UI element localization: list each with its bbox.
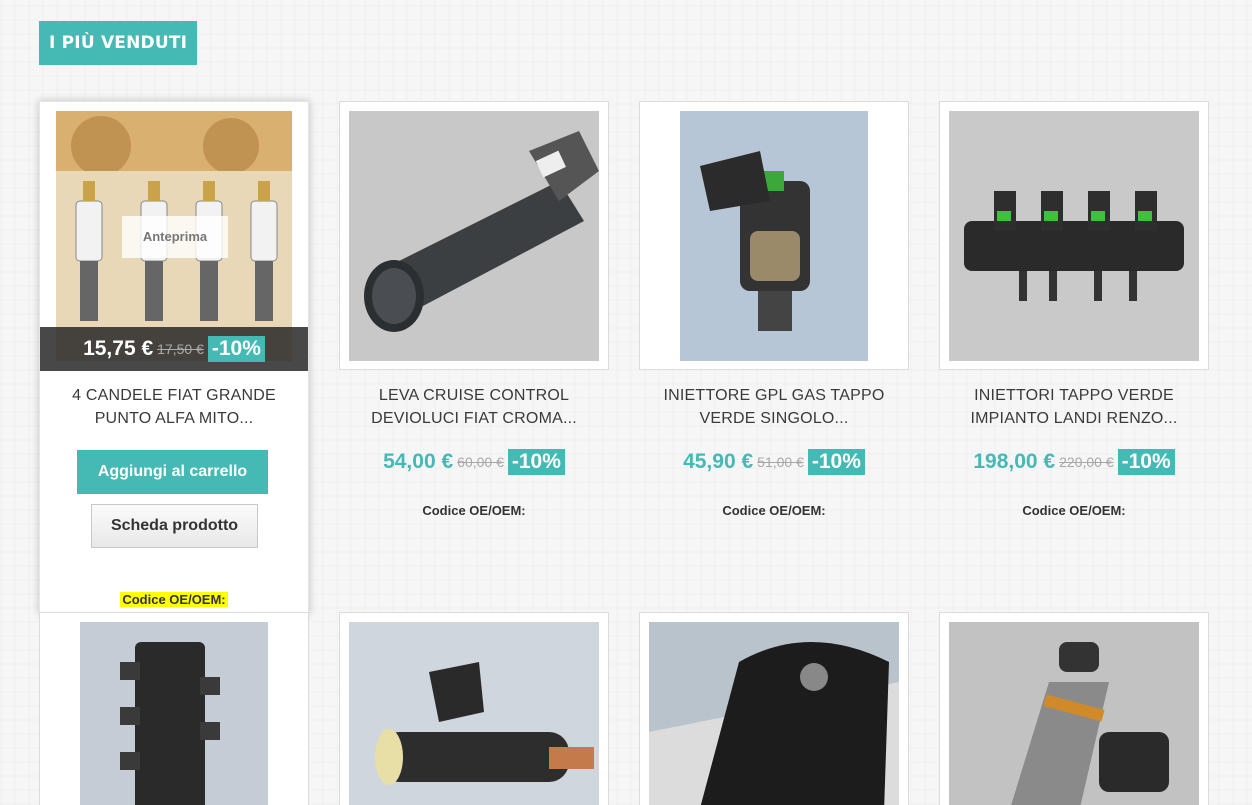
old-price: 51,00 € [757,454,804,470]
product-image[interactable] [349,111,599,361]
price: 45,90 € [683,450,754,473]
product-card[interactable] [639,612,909,805]
price-overlay: 15,75 € 17,50 € -10% [40,327,308,371]
price-row: 45,90 € 51,00 € -10% [639,449,909,475]
discount-badge: -10% [507,449,565,475]
section-title: I PIÙ VENDUTI [39,21,198,65]
product-card[interactable]: INIETTORE GPL GAS TAPPO VERDE SINGOLO... [639,101,909,427]
old-price: 17,50 € [157,341,204,357]
product-card[interactable] [39,612,309,805]
price: 15,75 € [83,337,154,360]
product-name[interactable]: 4 CANDELE FIAT GRANDE PUNTO ALFA MITO... [40,384,308,430]
product-card[interactable] [939,612,1209,805]
product-image[interactable] [949,111,1199,361]
product-name[interactable]: LEVA CRUISE CONTROL DEVIOLUCI FIAT CROMA… [340,384,608,430]
quick-view-button[interactable]: Anteprima [122,216,228,258]
oem-code-label: Codice OE/OEM: [722,503,826,518]
product-image[interactable] [649,622,899,805]
oem-code-text: Codice OE/OEM: [120,592,228,607]
discount-badge: -10% [1117,449,1175,475]
discount-badge: -10% [207,336,265,362]
oem-code-label: Codice OE/OEM: [1022,503,1126,518]
price-row: 54,00 € 60,00 € -10% [339,449,609,475]
oem-code-label: Codice OE/OEM: [422,503,526,518]
oem-code-label: Codice OE/OEM: [40,592,308,607]
product-card[interactable]: Anteprima 15,75 € 17,50 € -10% 4 CANDELE… [39,101,309,614]
product-card[interactable] [339,612,609,805]
product-image[interactable] [349,622,599,805]
product-image[interactable] [949,622,1199,805]
add-to-cart-button[interactable]: Aggiungi al carrello [77,450,268,494]
price: 198,00 € [973,450,1056,473]
discount-badge: -10% [807,449,865,475]
product-image[interactable] [80,622,268,805]
product-sheet-button[interactable]: Scheda prodotto [91,504,258,548]
price: 54,00 € [383,450,454,473]
product-image[interactable] [680,111,868,361]
old-price: 220,00 € [1059,454,1114,470]
product-name[interactable]: INIETTORE GPL GAS TAPPO VERDE SINGOLO... [640,384,908,430]
price-row: 198,00 € 220,00 € -10% [939,449,1209,475]
product-card[interactable]: INIETTORI TAPPO VERDE IMPIANTO LANDI REN… [939,101,1209,427]
product-card[interactable]: LEVA CRUISE CONTROL DEVIOLUCI FIAT CROMA… [339,101,609,427]
product-name[interactable]: INIETTORI TAPPO VERDE IMPIANTO LANDI REN… [940,384,1208,430]
old-price: 60,00 € [457,454,504,470]
